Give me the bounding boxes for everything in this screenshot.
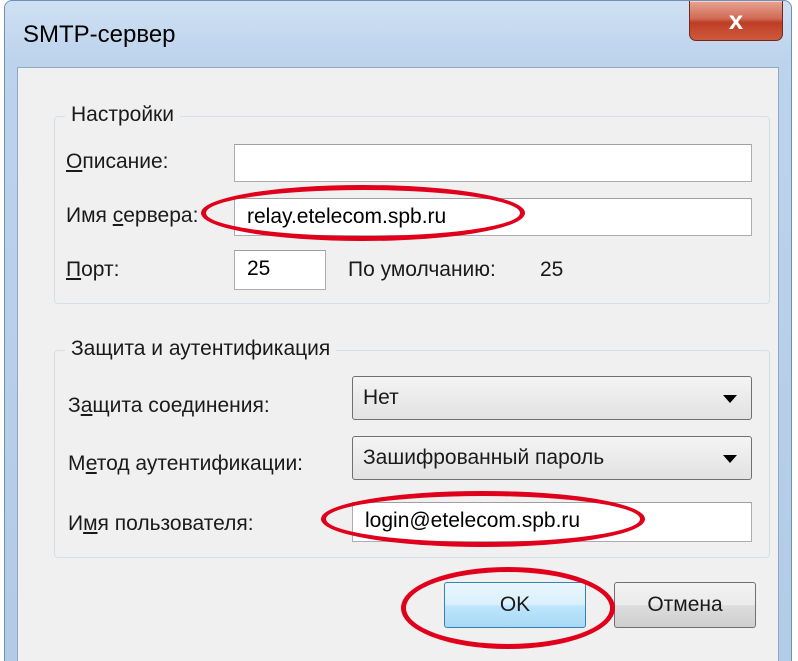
cancel-button[interactable]: Отмена bbox=[614, 582, 756, 628]
close-button[interactable]: x bbox=[689, 1, 783, 41]
connection-security-label: Защита соединения: bbox=[68, 394, 270, 417]
chevron-down-icon bbox=[723, 395, 737, 403]
security-group-legend: Защита и аутентификация bbox=[65, 337, 337, 361]
ok-button[interactable]: OK bbox=[444, 582, 586, 628]
username-input[interactable]: login@etelecom.spb.ru bbox=[352, 502, 752, 542]
description-label: Описание: bbox=[66, 150, 169, 173]
settings-group-legend: Настройки bbox=[65, 103, 180, 127]
dialog-client-area: Настройки Описание: Имя сервера: relay.e… bbox=[17, 67, 779, 661]
port-input[interactable]: 25 bbox=[234, 250, 326, 290]
window-title: SMTP-сервер bbox=[23, 21, 176, 48]
auth-method-select[interactable]: Зашифрованный пароль bbox=[352, 436, 752, 480]
default-port-label: По умолчанию: bbox=[348, 258, 496, 281]
chevron-down-icon bbox=[723, 455, 737, 463]
server-name-label: Имя сервера: bbox=[66, 204, 199, 227]
title-bar[interactable]: SMTP-сервер x bbox=[5, 1, 791, 67]
default-port-value: 25 bbox=[540, 258, 564, 281]
smtp-server-dialog: SMTP-сервер x Настройки Описание: Имя се… bbox=[4, 0, 792, 661]
auth-method-value: Зашифрованный пароль bbox=[363, 446, 605, 469]
connection-security-select[interactable]: Нет bbox=[352, 376, 752, 420]
connection-security-value: Нет bbox=[363, 386, 399, 409]
auth-method-label: Метод аутентификации: bbox=[68, 452, 304, 475]
username-label: Имя пользователя: bbox=[68, 512, 254, 535]
port-label: Порт: bbox=[66, 258, 120, 281]
server-name-input[interactable]: relay.etelecom.spb.ru bbox=[234, 198, 752, 236]
close-icon: x bbox=[728, 5, 744, 35]
description-input[interactable] bbox=[234, 144, 752, 182]
